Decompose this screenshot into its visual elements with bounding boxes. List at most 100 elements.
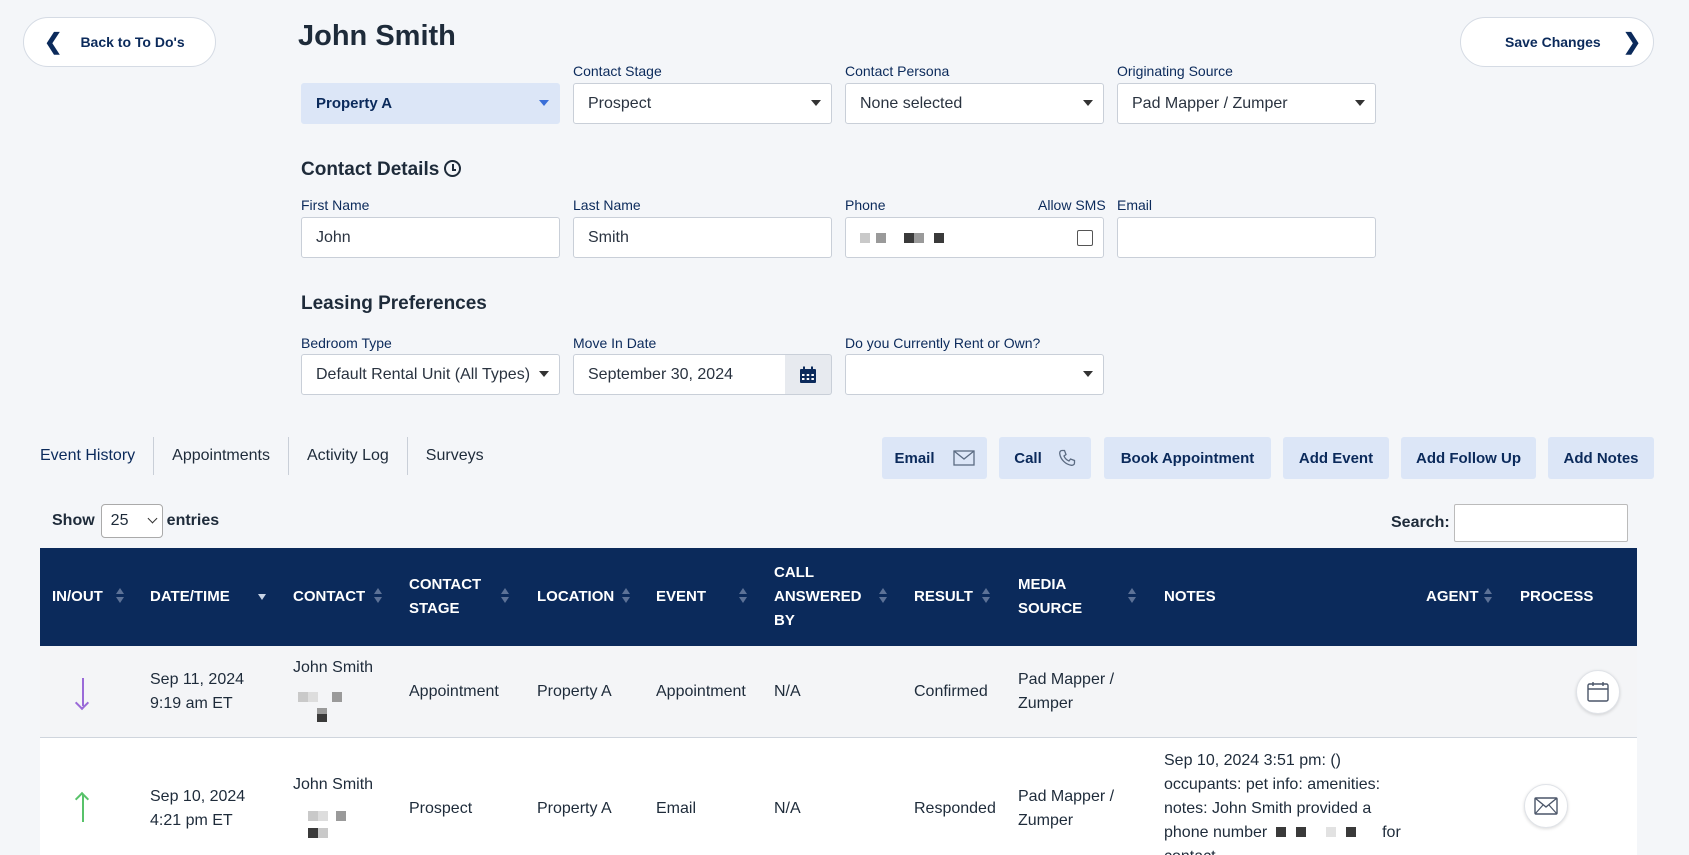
redacted-phone — [308, 822, 334, 846]
tab-activity-log[interactable]: Activity Log — [289, 437, 408, 475]
col-call-answered-by[interactable]: CALL ANSWERED BY — [774, 548, 869, 646]
chevron-down-icon — [147, 513, 158, 524]
table-search-control: Search: — [1391, 504, 1628, 542]
row-date: Sep 11, 2024 — [150, 671, 245, 688]
arrow-down-icon — [82, 678, 84, 706]
first-name-value: John — [316, 228, 351, 246]
col-contact-stage[interactable]: CONTACT STAGE — [409, 548, 489, 646]
email-field[interactable] — [1117, 217, 1376, 258]
sort-icon[interactable] — [374, 588, 382, 606]
redacted-block — [308, 828, 318, 838]
col-result[interactable]: RESULT — [914, 548, 973, 646]
notes-line: phone number for — [1164, 821, 1404, 845]
col-media-source[interactable]: MEDIA SOURCE — [1018, 548, 1098, 646]
originating-source-select[interactable]: Pad Mapper / Zumper — [1117, 83, 1376, 124]
sort-icon[interactable] — [1128, 588, 1136, 606]
allow-sms-checkbox[interactable] — [1077, 230, 1093, 246]
save-label: Save Changes — [1505, 34, 1601, 50]
sort-icon[interactable] — [116, 588, 124, 606]
row-notes: Sep 10, 2024 3:51 pm: () occupants: pet … — [1164, 749, 1404, 855]
add-event-button[interactable]: Add Event — [1283, 437, 1389, 479]
redacted-block — [308, 692, 318, 702]
calendar-icon — [800, 366, 816, 383]
contact-persona-select[interactable]: None selected — [845, 83, 1104, 124]
rent-or-own-select[interactable] — [845, 354, 1104, 395]
col-location[interactable]: LOCATION — [537, 548, 614, 646]
date-picker-button[interactable] — [785, 354, 832, 395]
sort-icon[interactable] — [622, 588, 630, 606]
col-notes[interactable]: NOTES — [1164, 548, 1216, 646]
history-clock-icon[interactable] — [444, 160, 461, 177]
col-agent[interactable]: AGENT — [1426, 548, 1479, 646]
chevron-right-icon: ❯ — [1622, 29, 1642, 54]
first-name-field[interactable]: John — [301, 217, 560, 258]
table-row[interactable]: Sep 10, 2024 4:21 pm ET John Smith Prosp… — [40, 738, 1637, 855]
last-name-label: Last Name — [573, 197, 641, 213]
redacted-block — [1325, 827, 1336, 837]
last-name-field[interactable]: Smith — [573, 217, 832, 258]
originating-source-value: Pad Mapper / Zumper — [1132, 94, 1288, 112]
sort-icon[interactable] — [1484, 588, 1492, 606]
tab-surveys[interactable]: Surveys — [408, 437, 502, 475]
back-to-todos-button[interactable]: ❮ Back to To Do's — [23, 17, 216, 67]
row-answered-by: N/A — [774, 683, 801, 700]
calendar-icon — [1587, 682, 1609, 702]
add-notes-button[interactable]: Add Notes — [1548, 437, 1654, 479]
redacted-block — [298, 692, 308, 702]
sort-icon[interactable] — [501, 588, 509, 606]
row-event: Email — [656, 800, 697, 817]
redacted-block — [318, 828, 328, 838]
call-action-button[interactable]: Call — [999, 437, 1091, 479]
caret-down-icon — [811, 100, 821, 106]
contact-persona-label: Contact Persona — [845, 63, 950, 79]
col-in-out[interactable]: IN/OUT — [52, 548, 103, 646]
phone-field[interactable] — [845, 217, 1104, 258]
sort-desc-icon[interactable] — [258, 588, 266, 606]
caret-down-icon — [1083, 371, 1093, 377]
leasing-preferences-title: Leasing Preferences — [301, 293, 487, 314]
redacted-block — [336, 811, 346, 821]
email-label: Email — [1117, 197, 1153, 213]
col-event[interactable]: EVENT — [656, 548, 706, 646]
row-time: 9:19 am ET — [150, 695, 233, 712]
row-answered-by: N/A — [774, 800, 801, 817]
col-contact[interactable]: CONTACT — [293, 548, 365, 646]
tab-event-history[interactable]: Event History — [40, 437, 155, 475]
sort-icon[interactable] — [879, 588, 887, 606]
property-select[interactable]: Property A — [301, 83, 560, 124]
save-changes-button[interactable]: Save Changes ❯ — [1460, 17, 1654, 67]
entries-count: 25 — [110, 512, 129, 529]
caret-down-icon — [539, 371, 549, 377]
process-calendar-button[interactable] — [1576, 670, 1620, 714]
table-search-input[interactable] — [1453, 504, 1628, 542]
call-action-label: Call — [1014, 449, 1042, 467]
entries-per-page-select[interactable]: 25 — [100, 504, 163, 538]
table-row[interactable]: Sep 11, 2024 9:19 am ET John Smith Appoi… — [40, 646, 1637, 738]
phone-icon — [1058, 449, 1075, 466]
rent-or-own-label: Do you Currently Rent or Own? — [845, 335, 1041, 351]
redacted-phone — [317, 708, 333, 722]
row-result: Confirmed — [914, 683, 988, 700]
col-date-time[interactable]: DATE/TIME — [150, 548, 230, 646]
move-in-date-field[interactable]: September 30, 2024 — [573, 354, 786, 395]
redacted-block — [1275, 827, 1286, 837]
col-process: PROCESS — [1520, 588, 1594, 605]
allow-sms-label: Allow SMS — [1038, 197, 1106, 213]
event-history-table: IN/OUT DATE/TIME CONTACT CONTACT STAGE L… — [40, 548, 1637, 855]
email-action-button[interactable]: Email — [882, 437, 987, 479]
redacted-block — [1295, 827, 1306, 837]
entries-label: entries — [166, 512, 220, 529]
contact-stage-select[interactable]: Prospect — [573, 83, 832, 124]
redacted-block — [332, 692, 342, 702]
add-follow-up-button[interactable]: Add Follow Up — [1401, 437, 1536, 479]
contact-stage-value: Prospect — [588, 94, 652, 112]
row-result: Responded — [914, 800, 996, 817]
sort-icon[interactable] — [739, 588, 747, 606]
row-location: Property A — [537, 683, 612, 700]
tab-appointments[interactable]: Appointments — [154, 437, 289, 475]
book-appointment-button[interactable]: Book Appointment — [1104, 437, 1271, 479]
sort-icon[interactable] — [982, 588, 990, 606]
process-email-button[interactable] — [1524, 784, 1568, 828]
bedroom-type-select[interactable]: Default Rental Unit (All Types) — [301, 354, 560, 395]
originating-source-label: Originating Source — [1117, 63, 1233, 79]
